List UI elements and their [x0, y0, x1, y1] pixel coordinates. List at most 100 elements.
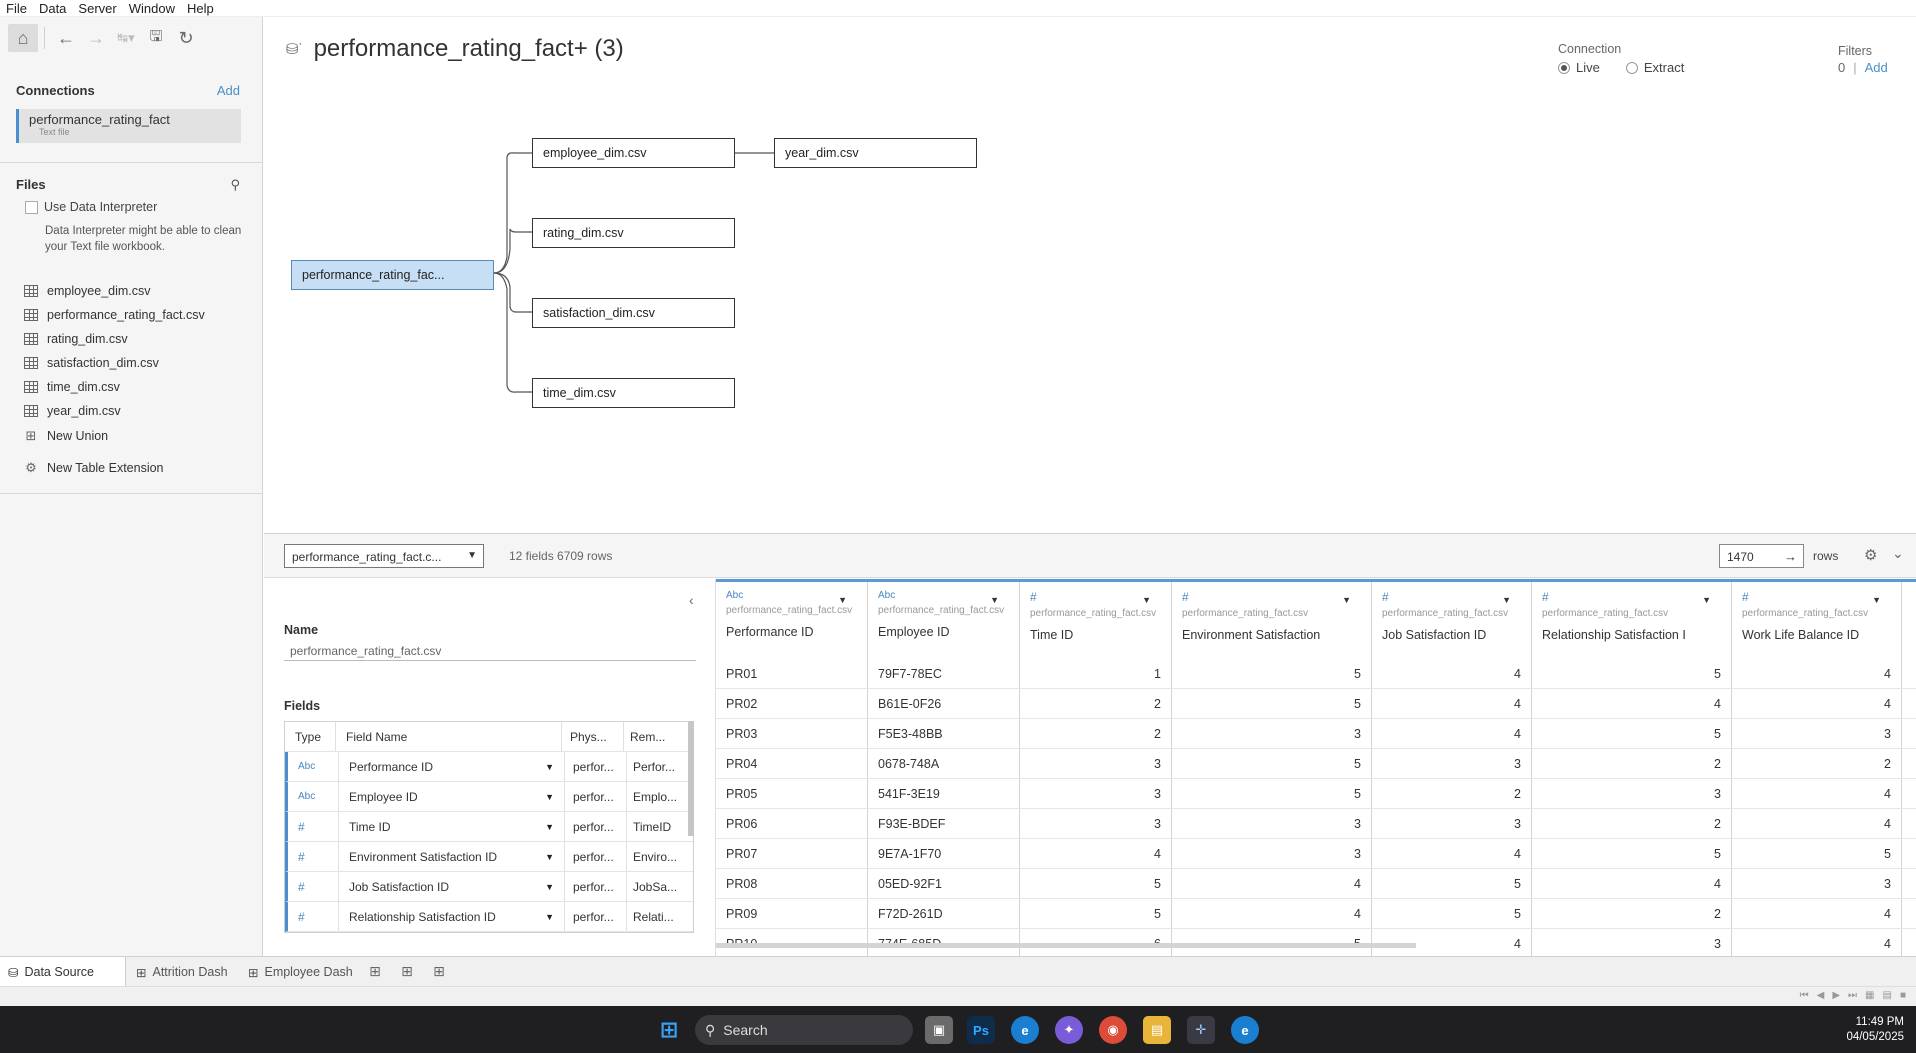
table-cell[interactable]: 5: [1172, 779, 1372, 808]
table-cell[interactable]: 4: [1172, 899, 1372, 928]
file-explorer-icon[interactable]: ▤: [1143, 1016, 1171, 1044]
save-icon[interactable]: 🖫: [141, 24, 171, 52]
grid-horizontal-scrollbar[interactable]: [716, 943, 1416, 948]
connection-item[interactable]: performance_rating_fact Text file: [16, 109, 241, 143]
table-cell[interactable]: 5: [1172, 689, 1372, 718]
table-cell[interactable]: 2: [1532, 809, 1732, 838]
menu-data[interactable]: Data: [39, 1, 66, 16]
dropdown-icon[interactable]: ▼: [545, 792, 554, 802]
table-cell[interactable]: 5: [1372, 869, 1532, 898]
menu-file[interactable]: File: [6, 1, 27, 16]
table-cell[interactable]: 2: [1732, 749, 1902, 778]
dropdown-icon[interactable]: ▼: [1872, 595, 1881, 605]
search-files-icon[interactable]: ⚲: [230, 177, 240, 193]
data-interpreter-checkbox[interactable]: [25, 200, 38, 214]
data-interpreter-option[interactable]: Use Data Interpreter: [25, 200, 157, 214]
table-cell[interactable]: 2: [1532, 749, 1732, 778]
file-item[interactable]: satisfaction_dim.csv: [24, 351, 205, 375]
new-union-item[interactable]: ⊞ New Union: [24, 428, 109, 444]
table-cell[interactable]: 05ED-92F1: [868, 869, 1020, 898]
table-cell[interactable]: PR07: [716, 839, 868, 868]
table-cell[interactable]: 5: [1172, 749, 1372, 778]
column-header[interactable]: Abc ▼ performance_rating_fact.csv Employee …: [868, 582, 1020, 659]
table-node-year[interactable]: year_dim.csv: [774, 138, 977, 168]
table-cell[interactable]: 5: [1532, 839, 1732, 868]
column-name[interactable]: Environment Satisfaction: [1182, 628, 1371, 642]
table-cell[interactable]: 3: [1172, 719, 1372, 748]
tableau-icon[interactable]: ✛: [1187, 1016, 1215, 1044]
name-field[interactable]: performance_rating_fact.csv: [284, 641, 696, 661]
table-cell[interactable]: 2: [1020, 689, 1172, 718]
tab-attrition-dash[interactable]: ⊞ Attrition Dash: [128, 957, 236, 987]
field-row[interactable]: # Relationship Satisfaction ID ▼ perfor..…: [285, 902, 693, 932]
dropdown-icon[interactable]: ▼: [990, 595, 999, 605]
string-type-icon[interactable]: Abc: [288, 761, 338, 772]
table-cell[interactable]: 4: [1532, 869, 1732, 898]
table-cell[interactable]: 4: [1732, 659, 1902, 688]
table-cell[interactable]: PR02: [716, 689, 868, 718]
table-cell[interactable]: F5E3-48BB: [868, 719, 1020, 748]
last-page-icon[interactable]: ⏭: [1848, 990, 1857, 1001]
field-row[interactable]: Abc Performance ID ▼ perfor... Perfor...: [285, 752, 693, 782]
table-cell[interactable]: B61E-0F26: [868, 689, 1020, 718]
table-cell[interactable]: 541F-3E19: [868, 779, 1020, 808]
table-cell[interactable]: PR04: [716, 749, 868, 778]
previous-page-icon[interactable]: ◀: [1817, 990, 1825, 1001]
table-cell[interactable]: 5: [1732, 839, 1902, 868]
table-cell[interactable]: 4: [1732, 929, 1902, 956]
table-cell[interactable]: 4: [1020, 839, 1172, 868]
new-worksheet-icon[interactable]: ⊞: [366, 963, 384, 981]
string-type-icon[interactable]: Abc: [288, 791, 338, 802]
new-dashboard-icon[interactable]: ⊞: [398, 963, 416, 981]
column-name[interactable]: Work Life Balance ID: [1742, 628, 1901, 642]
table-cell[interactable]: PR09: [716, 899, 868, 928]
table-cell[interactable]: 4: [1732, 899, 1902, 928]
table-cell[interactable]: 4: [1732, 689, 1902, 718]
table-cell[interactable]: PR03: [716, 719, 868, 748]
table-cell[interactable]: PR05: [716, 779, 868, 808]
table-cell[interactable]: 3: [1020, 809, 1172, 838]
windows-start-icon[interactable]: ⊞: [655, 1016, 683, 1044]
table-cell[interactable]: PR06: [716, 809, 868, 838]
column-header[interactable]: # ▼ performance_rating_fact.csv Relationshi…: [1532, 582, 1732, 659]
table-node-employee[interactable]: employee_dim.csv: [532, 138, 735, 168]
header-type[interactable]: Type: [285, 730, 335, 744]
table-cell[interactable]: 5: [1020, 869, 1172, 898]
column-name[interactable]: Performance ID: [726, 625, 867, 639]
table-cell[interactable]: 2: [1020, 719, 1172, 748]
pause-updates-icon[interactable]: ↹▾: [111, 24, 141, 52]
table-cell[interactable]: 5: [1532, 719, 1732, 748]
taskbar-search[interactable]: ⚲ Search: [695, 1015, 913, 1045]
next-page-icon[interactable]: ▶: [1832, 990, 1840, 1001]
photoshop-icon[interactable]: Ps: [967, 1016, 995, 1044]
home-icon[interactable]: ⌂: [8, 24, 38, 52]
menu-server[interactable]: Server: [78, 1, 116, 16]
dropdown-icon[interactable]: ▼: [545, 822, 554, 832]
table-cell[interactable]: 3: [1172, 809, 1372, 838]
table-cell[interactable]: 4: [1732, 779, 1902, 808]
edge-dev-icon[interactable]: e: [1231, 1016, 1259, 1044]
table-cell[interactable]: 5: [1172, 659, 1372, 688]
table-cell[interactable]: F93E-BDEF: [868, 809, 1020, 838]
column-header[interactable]: # ▼ performance_rating_fact.csv Job Satisfa…: [1372, 582, 1532, 659]
menu-window[interactable]: Window: [129, 1, 175, 16]
column-header[interactable]: # ▼ performance_rating_fact.csv Work Life B…: [1732, 582, 1902, 659]
table-cell[interactable]: 0678-748A: [868, 749, 1020, 778]
column-name[interactable]: Employee ID: [878, 625, 1019, 639]
column-name[interactable]: Job Satisfaction ID: [1382, 628, 1531, 642]
dropdown-icon[interactable]: ▼: [545, 882, 554, 892]
collapse-icon[interactable]: ‹: [689, 592, 694, 608]
column-header[interactable]: Abc ▼ performance_rating_fact.csv Performan…: [716, 582, 868, 659]
table-node-time[interactable]: time_dim.csv: [532, 378, 735, 408]
list-view-icon[interactable]: ▤: [1883, 990, 1892, 1001]
new-story-icon[interactable]: ⊞: [430, 963, 448, 981]
fields-scrollbar[interactable]: [688, 721, 694, 836]
dropdown-icon[interactable]: ▼: [545, 852, 554, 862]
table-cell[interactable]: 4: [1372, 689, 1532, 718]
dropdown-icon[interactable]: ▼: [1702, 595, 1711, 605]
edge-icon[interactable]: e: [1011, 1016, 1039, 1044]
dropdown-icon[interactable]: ▼: [838, 595, 847, 605]
dropdown-icon[interactable]: ▼: [1342, 595, 1351, 605]
arrow-right-icon[interactable]: →: [1784, 549, 1797, 564]
table-cell[interactable]: 3: [1532, 779, 1732, 808]
